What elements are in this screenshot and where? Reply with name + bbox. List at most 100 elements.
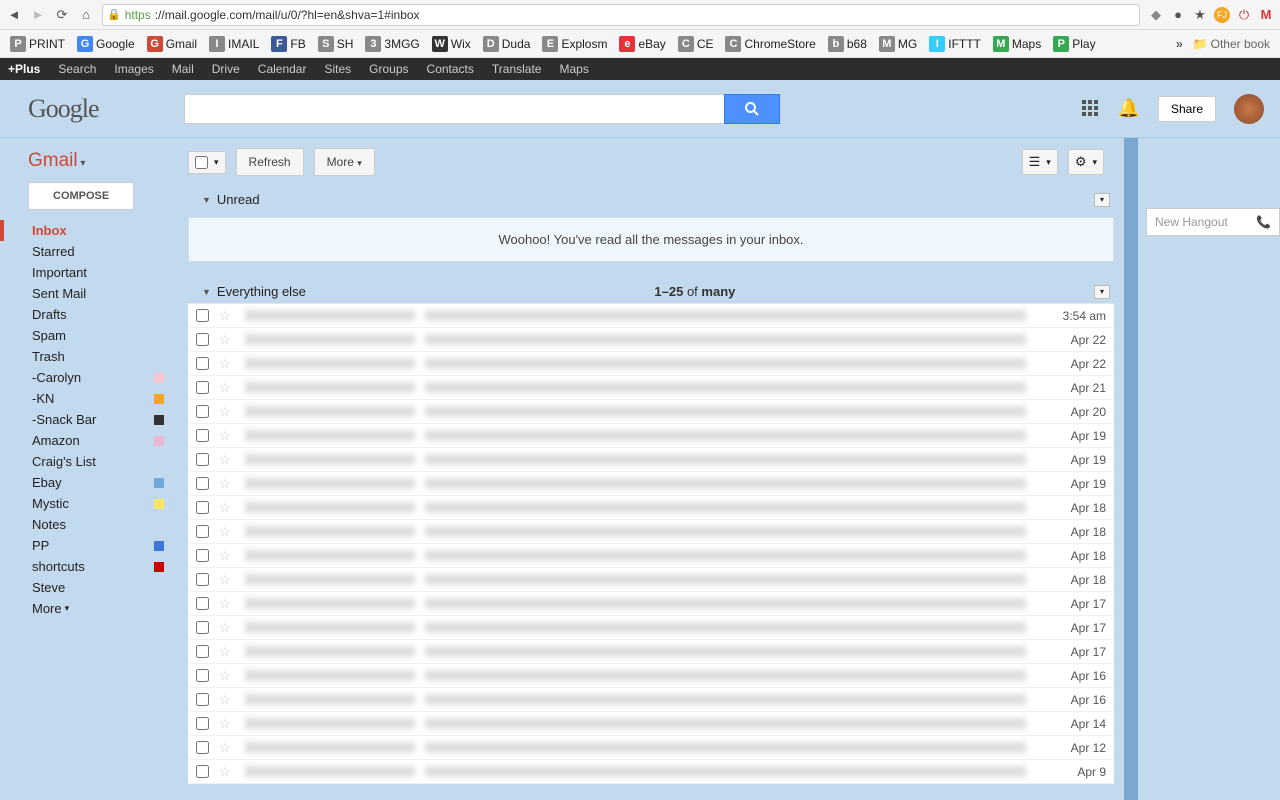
bookmark-item[interactable]: CChromeStore [721, 34, 819, 54]
mail-row[interactable]: ☆Apr 19 [188, 448, 1114, 472]
bookmark-item[interactable]: MMG [875, 34, 921, 54]
star-icon[interactable]: ☆ [219, 668, 231, 684]
mail-row[interactable]: ☆Apr 18 [188, 568, 1114, 592]
star-icon[interactable]: ☆ [219, 452, 231, 468]
address-bar[interactable]: 🔒 https://mail.google.com/mail/u/0/?hl=e… [102, 4, 1140, 26]
sidebar-item[interactable]: Spam [0, 325, 178, 346]
sidebar-item[interactable]: Craig's List [0, 451, 178, 472]
googlebar-link[interactable]: Groups [369, 62, 408, 76]
row-checkbox[interactable] [196, 405, 209, 418]
row-checkbox[interactable] [196, 501, 209, 514]
googlebar-link[interactable]: Search [58, 62, 96, 76]
row-checkbox[interactable] [196, 309, 209, 322]
row-checkbox[interactable] [196, 693, 209, 706]
star-icon[interactable]: ☆ [219, 596, 231, 612]
phone-icon[interactable]: 📞 [1256, 215, 1271, 229]
row-checkbox[interactable] [196, 453, 209, 466]
star-icon[interactable]: ☆ [219, 380, 231, 396]
section-unread-header[interactable]: ▼ Unread ▾ [188, 188, 1124, 211]
mail-row[interactable]: ☆Apr 9 [188, 760, 1114, 784]
scrollbar[interactable] [1124, 138, 1138, 800]
star-icon[interactable]: ☆ [219, 692, 231, 708]
row-checkbox[interactable] [196, 645, 209, 658]
mail-row[interactable]: ☆Apr 17 [188, 592, 1114, 616]
bookmark-item[interactable]: 33MGG [361, 34, 423, 54]
avatar[interactable] [1234, 94, 1264, 124]
bookmark-item[interactable]: bb68 [824, 34, 871, 54]
bookmark-item[interactable]: CCE [674, 34, 718, 54]
mail-row[interactable]: ☆Apr 22 [188, 328, 1114, 352]
section-menu-icon[interactable]: ▾ [1094, 193, 1110, 207]
mail-row[interactable]: ☆Apr 21 [188, 376, 1114, 400]
mail-row[interactable]: ☆Apr 14 [188, 712, 1114, 736]
sidebar-item[interactable]: Amazon [0, 430, 178, 451]
more-button[interactable]: More ▾ [314, 148, 375, 176]
sidebar-item[interactable]: More [0, 598, 178, 619]
section-menu-icon[interactable]: ▾ [1094, 285, 1110, 299]
sidebar-item[interactable]: Sent Mail [0, 283, 178, 304]
star-icon[interactable]: ☆ [219, 356, 231, 372]
bookmark-item[interactable]: IIFTTT [925, 34, 985, 54]
bookmark-item[interactable]: WWix [428, 34, 475, 54]
mail-row[interactable]: ☆Apr 16 [188, 688, 1114, 712]
sidebar-item[interactable]: Ebay [0, 472, 178, 493]
bookmark-item[interactable]: DDuda [479, 34, 535, 54]
googlebar-link[interactable]: Calendar [258, 62, 307, 76]
back-button[interactable]: ◄ [6, 7, 22, 23]
row-checkbox[interactable] [196, 549, 209, 562]
sidebar-item[interactable]: Notes [0, 514, 178, 535]
mail-row[interactable]: ☆Apr 17 [188, 616, 1114, 640]
star-icon[interactable]: ☆ [219, 740, 231, 756]
star-icon[interactable]: ☆ [219, 644, 231, 660]
row-checkbox[interactable] [196, 357, 209, 370]
star-icon[interactable]: ☆ [219, 428, 231, 444]
googlebar-link[interactable]: Contacts [427, 62, 474, 76]
search-button[interactable] [724, 94, 780, 124]
ext-icon[interactable]: ⏻ [1236, 7, 1252, 23]
apps-icon[interactable] [1082, 100, 1100, 118]
googlebar-link[interactable]: Drive [212, 62, 240, 76]
row-checkbox[interactable] [196, 669, 209, 682]
star-icon[interactable]: ☆ [219, 572, 231, 588]
bookmark-item[interactable]: EExplosm [538, 34, 611, 54]
star-icon[interactable]: ☆ [219, 308, 231, 324]
bookmark-item[interactable]: eeBay [615, 34, 669, 54]
star-icon[interactable]: ☆ [219, 500, 231, 516]
mail-row[interactable]: ☆Apr 12 [188, 736, 1114, 760]
sidebar-item[interactable]: -Snack Bar [0, 409, 178, 430]
refresh-button[interactable]: Refresh [236, 148, 304, 176]
sidebar-item[interactable]: Trash [0, 346, 178, 367]
bookmark-star-icon[interactable]: ★ [1192, 7, 1208, 23]
row-checkbox[interactable] [196, 381, 209, 394]
density-toggle[interactable]: ☰ ▾ [1022, 149, 1058, 175]
sidebar-item[interactable]: Steve [0, 577, 178, 598]
mail-row[interactable]: ☆Apr 20 [188, 400, 1114, 424]
share-button[interactable]: Share [1158, 96, 1216, 122]
search-input[interactable] [184, 94, 724, 124]
sidebar-item[interactable]: PP [0, 535, 178, 556]
bookmark-item[interactable]: SSH [314, 34, 358, 54]
sidebar-item[interactable]: Starred [0, 241, 178, 262]
hangout-input[interactable]: New Hangout 📞 [1146, 208, 1280, 236]
bookmark-item[interactable]: GGmail [143, 34, 201, 54]
star-icon[interactable]: ☆ [219, 476, 231, 492]
googlebar-link[interactable]: Sites [324, 62, 351, 76]
other-bookmarks-folder[interactable]: 📁 Other book [1189, 35, 1274, 53]
row-checkbox[interactable] [196, 333, 209, 346]
star-icon[interactable]: ☆ [219, 716, 231, 732]
star-icon[interactable]: ☆ [219, 620, 231, 636]
compose-button[interactable]: COMPOSE [28, 182, 134, 210]
sidebar-item[interactable]: Important [0, 262, 178, 283]
bookmarks-overflow[interactable]: » [1176, 37, 1183, 51]
row-checkbox[interactable] [196, 621, 209, 634]
section-else-header[interactable]: ▼ Everything else 1–25 of many ▾ [188, 280, 1124, 303]
select-all-checkbox[interactable]: ▾ [188, 151, 226, 174]
row-checkbox[interactable] [196, 525, 209, 538]
googlebar-link[interactable]: Images [114, 62, 153, 76]
star-icon[interactable]: ☆ [219, 764, 231, 780]
star-icon[interactable]: ☆ [219, 332, 231, 348]
row-checkbox[interactable] [196, 741, 209, 754]
notifications-icon[interactable]: 🔔 [1118, 98, 1140, 119]
bookmark-item[interactable]: PPlay [1049, 34, 1099, 54]
mail-row[interactable]: ☆Apr 19 [188, 472, 1114, 496]
